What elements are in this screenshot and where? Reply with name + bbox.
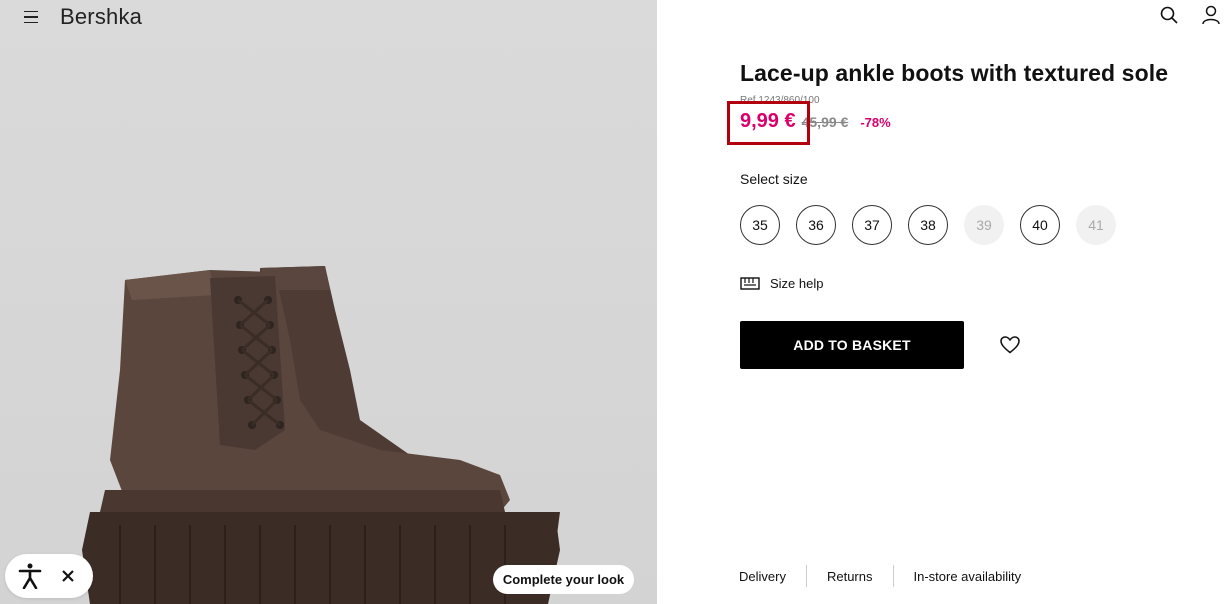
- size-option[interactable]: 36: [796, 205, 836, 245]
- size-option[interactable]: 37: [852, 205, 892, 245]
- size-option[interactable]: 38: [908, 205, 948, 245]
- product-image-panel: Bershka Complete your look: [0, 0, 657, 604]
- size-help-label: Size help: [770, 275, 824, 291]
- complete-look-button[interactable]: Complete your look: [493, 565, 634, 594]
- product-title: Lace-up ankle boots with textured sole: [740, 60, 1169, 86]
- hamburger-menu-icon[interactable]: [24, 6, 42, 28]
- divider: [805, 565, 807, 587]
- purchase-actions: ADD TO BASKET: [740, 321, 1210, 369]
- accessibility-icon[interactable]: [15, 561, 45, 591]
- size-help-link[interactable]: Size help: [740, 275, 1210, 291]
- search-icon[interactable]: [1159, 4, 1179, 26]
- divider: [892, 565, 894, 587]
- product-info: Lace-up ankle boots with textured sole R…: [727, 60, 1210, 369]
- size-option[interactable]: 40: [1020, 205, 1060, 245]
- size-option[interactable]: 35: [740, 205, 780, 245]
- top-left-nav: Bershka: [24, 4, 142, 30]
- size-selector: 35 36 37 38 39 40 41: [740, 205, 1210, 245]
- select-size-label: Select size: [740, 171, 808, 187]
- add-to-basket-button[interactable]: ADD TO BASKET: [740, 321, 964, 369]
- product-footer-links: Delivery Returns In-store availability: [739, 565, 1021, 587]
- discount-badge: -78%: [860, 115, 891, 130]
- size-option-unavailable[interactable]: 41: [1076, 205, 1116, 245]
- size-option-unavailable[interactable]: 39: [964, 205, 1004, 245]
- original-price: 45,99 €: [801, 114, 849, 130]
- returns-link[interactable]: Returns: [827, 569, 873, 584]
- close-icon[interactable]: [53, 561, 83, 591]
- product-reference: Ref 1243/860/100: [740, 95, 820, 106]
- in-store-availability-link[interactable]: In-store availability: [914, 569, 1022, 584]
- user-icon[interactable]: [1201, 4, 1221, 26]
- heart-icon[interactable]: [998, 333, 1022, 357]
- ruler-icon: [740, 277, 760, 290]
- brand-logo[interactable]: Bershka: [60, 4, 142, 30]
- product-image[interactable]: [60, 250, 580, 604]
- top-right-nav: [1159, 4, 1225, 26]
- current-price: 9,99 €: [740, 110, 796, 132]
- price-row: 9,99 € 45,99 € -78%: [727, 101, 1210, 145]
- delivery-link[interactable]: Delivery: [739, 569, 786, 584]
- accessibility-widget: [5, 554, 93, 598]
